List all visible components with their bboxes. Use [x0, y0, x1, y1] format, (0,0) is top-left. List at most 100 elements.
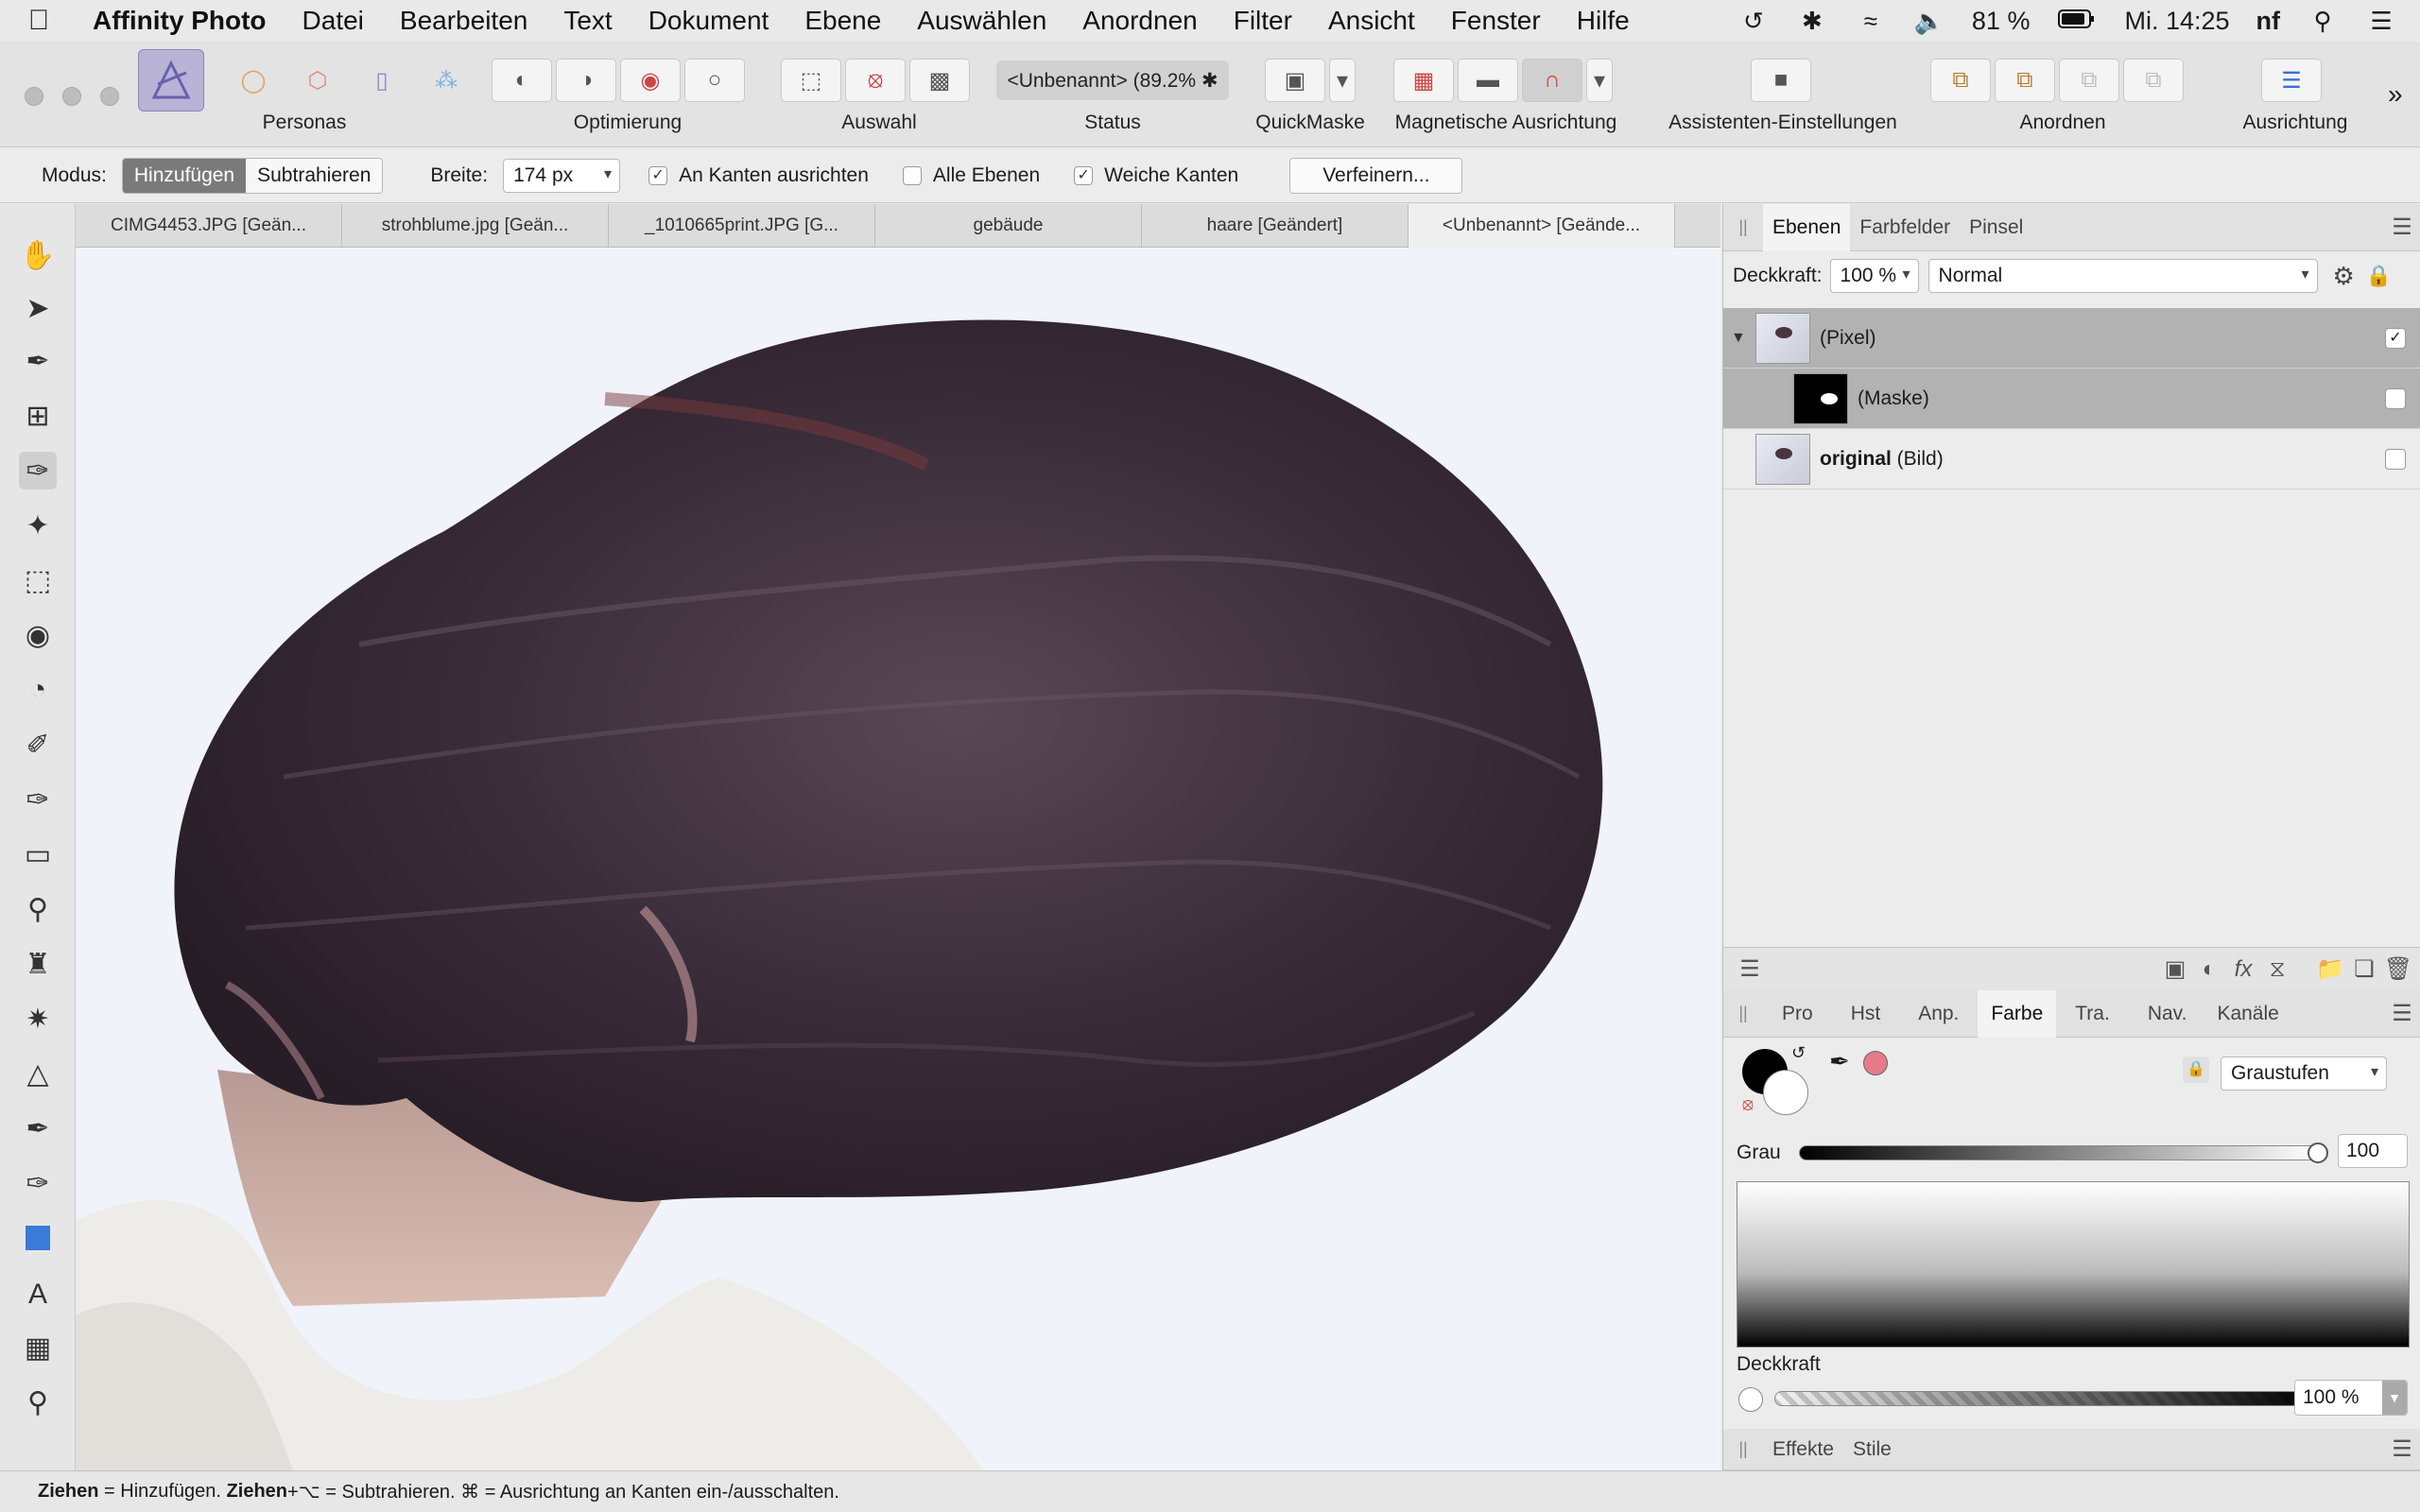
menu-bearbeiten[interactable]: Bearbeiten: [400, 6, 527, 36]
color-mode-select[interactable]: Graustufen: [2221, 1057, 2387, 1091]
layer-row-original[interactable]: original (Bild): [1723, 429, 2420, 490]
opacity-dropdown-icon[interactable]: ▼: [2382, 1381, 2407, 1415]
tab-stile[interactable]: Stile: [1843, 1429, 1901, 1470]
deselect-icon[interactable]: ⦻: [845, 59, 906, 102]
menu-auswaehlen[interactable]: Auswählen: [917, 6, 1046, 36]
doc-tab[interactable]: strohblume.jpg [Geän...: [342, 204, 609, 248]
panel-grip-icon[interactable]: ||: [1723, 217, 1763, 237]
eraser-tool-icon[interactable]: ▭: [19, 835, 57, 873]
layer-row-mask[interactable]: (Maske): [1723, 369, 2420, 429]
clock[interactable]: Mi. 14:25: [2124, 7, 2229, 36]
snap-bounds-icon[interactable]: ▬: [1458, 59, 1518, 102]
all-layers-checkbox[interactable]: Alle Ebenen: [902, 164, 1040, 187]
tab-nav[interactable]: Nav.: [2129, 990, 2206, 1038]
panel-grip-icon[interactable]: ||: [1723, 1004, 1763, 1023]
add-mask-icon[interactable]: ▣: [2158, 955, 2192, 983]
tab-hst[interactable]: Hst: [1832, 990, 1900, 1038]
grey-slider-track[interactable]: [1799, 1145, 2319, 1160]
group-folder-icon[interactable]: 📁: [2313, 955, 2347, 983]
invert-selection-icon[interactable]: ▩: [909, 59, 970, 102]
layer-row-pixel[interactable]: ▼ (Pixel) ✓: [1723, 308, 2420, 369]
grid-snap-icon[interactable]: ▦: [1393, 59, 1454, 102]
paint-brush-tool-icon[interactable]: ✐: [19, 726, 57, 764]
battery-icon[interactable]: [2056, 7, 2098, 35]
auto-contrast-icon[interactable]: ◑: [556, 59, 616, 102]
bluetooth-icon[interactable]: ✱: [1796, 7, 1828, 35]
move-tool-icon[interactable]: ➤: [19, 289, 57, 327]
color-replacement-tool-icon[interactable]: ✑: [19, 781, 57, 818]
secondary-color-well[interactable]: [1763, 1070, 1808, 1115]
crop-tool-icon[interactable]: ⊞: [19, 397, 57, 435]
adjustment-icon[interactable]: ◐: [2192, 956, 2226, 983]
assistant-icon[interactable]: ■: [1751, 59, 1811, 102]
trash-icon[interactable]: 🗑: [2381, 955, 2415, 983]
grey-slider-knob[interactable]: [2308, 1143, 2328, 1163]
doc-tab[interactable]: gebäude: [875, 204, 1142, 248]
menu-datei[interactable]: Datei: [302, 6, 364, 36]
tab-farbfelder[interactable]: Farbfelder: [1850, 204, 1960, 251]
menu-app-name[interactable]: Affinity Photo: [93, 6, 267, 36]
color-picker-tool-icon[interactable]: ✒: [19, 342, 57, 380]
expand-triangle-icon[interactable]: ▼: [1731, 330, 1755, 347]
panel-menu-icon[interactable]: ☰: [2383, 1000, 2420, 1027]
doc-tab[interactable]: _1010665print.JPG [G...: [609, 204, 875, 248]
live-filter-icon[interactable]: ⧖: [2260, 956, 2294, 983]
panel-grip-icon[interactable]: ||: [1723, 1439, 1763, 1459]
dodge-tool-icon[interactable]: ⚲: [19, 890, 57, 928]
blend-mode-select[interactable]: Normal: [1927, 259, 2318, 293]
menu-hilfe[interactable]: Hilfe: [1577, 6, 1630, 36]
layer-visibility-checkbox[interactable]: ✓: [2385, 327, 2406, 349]
tab-pinsel[interactable]: Pinsel: [1960, 204, 2032, 251]
liquify-persona-icon[interactable]: ◯: [223, 59, 284, 102]
tab-ebenen[interactable]: Ebenen: [1763, 203, 1851, 251]
window-close-button[interactable]: [25, 87, 43, 106]
layer-opacity-select[interactable]: 100 %: [1829, 259, 1919, 293]
align-left-icon[interactable]: ☰: [2261, 59, 2322, 102]
auto-white-balance-icon[interactable]: ○: [684, 59, 745, 102]
notification-center-icon[interactable]: ☰: [2365, 7, 2397, 35]
hand-tool-icon[interactable]: ✋: [19, 236, 57, 274]
quickmask-icon[interactable]: ▣: [1265, 59, 1325, 102]
layer-settings-gear-icon[interactable]: ⚙: [2333, 262, 2355, 291]
soft-edges-checkbox[interactable]: ✓ Weiche Kanten: [1074, 164, 1238, 187]
menu-ansicht[interactable]: Ansicht: [1328, 6, 1415, 36]
layers-stack-icon[interactable]: ☰: [1733, 955, 1767, 983]
magnetic-dropdown-icon[interactable]: ▾: [1586, 59, 1613, 102]
move-to-front-icon[interactable]: ⧉: [2123, 59, 2184, 102]
menu-anordnen[interactable]: Anordnen: [1082, 6, 1197, 36]
doc-tab[interactable]: haare [Geändert]: [1142, 204, 1409, 248]
grey-spectrum[interactable]: [1737, 1181, 2410, 1348]
refine-button[interactable]: Verfeinern...: [1289, 157, 1463, 194]
time-machine-icon[interactable]: ↺: [1737, 7, 1770, 35]
zoom-tool-icon[interactable]: ⚲: [19, 1383, 57, 1421]
develop-persona-icon[interactable]: ⬡: [287, 59, 348, 102]
snap-edges-checkbox[interactable]: ✓ An Kanten ausrichten: [648, 164, 869, 187]
color-opacity-value-field[interactable]: 100 % ▼: [2294, 1380, 2408, 1416]
tab-effekte[interactable]: Effekte: [1763, 1429, 1843, 1470]
menu-dokument[interactable]: Dokument: [648, 6, 769, 36]
window-minimize-button[interactable]: [62, 87, 81, 106]
apple-icon[interactable]: : [23, 5, 55, 37]
photo-persona-button[interactable]: [138, 49, 204, 112]
spotlight-search-icon[interactable]: ⚲: [2307, 7, 2339, 35]
tab-tra[interactable]: Tra.: [2056, 990, 2129, 1038]
panel-menu-icon[interactable]: ☰: [2383, 214, 2420, 241]
doc-tab[interactable]: CIMG4453.JPG [Geän...: [76, 204, 342, 248]
tab-pro[interactable]: Pro: [1763, 990, 1832, 1038]
new-layer-icon[interactable]: ❏: [2347, 955, 2381, 983]
menu-fenster[interactable]: Fenster: [1451, 6, 1541, 36]
mode-subtract-button[interactable]: Subtrahieren: [246, 158, 383, 193]
auto-colors-icon[interactable]: ◉: [620, 59, 681, 102]
swap-colors-icon[interactable]: ↺: [1791, 1043, 1806, 1063]
tab-kanaele[interactable]: Kanäle: [2205, 990, 2290, 1038]
flood-fill-tool-icon[interactable]: ◉: [19, 616, 57, 654]
text-tool-icon[interactable]: A: [19, 1276, 57, 1314]
wifi-icon[interactable]: ≈: [1855, 7, 1887, 35]
smudge-tool-icon[interactable]: △: [19, 1055, 57, 1092]
width-select[interactable]: 174 px: [503, 158, 621, 193]
picked-color-swatch[interactable]: [1863, 1051, 1888, 1075]
selection-brush-tool-icon[interactable]: ✑: [19, 452, 57, 490]
marquee-tool-icon[interactable]: ⬚: [19, 561, 57, 599]
tab-anp[interactable]: Anp.: [1899, 990, 1978, 1038]
mesh-warp-tool-icon[interactable]: ▦: [19, 1329, 57, 1366]
